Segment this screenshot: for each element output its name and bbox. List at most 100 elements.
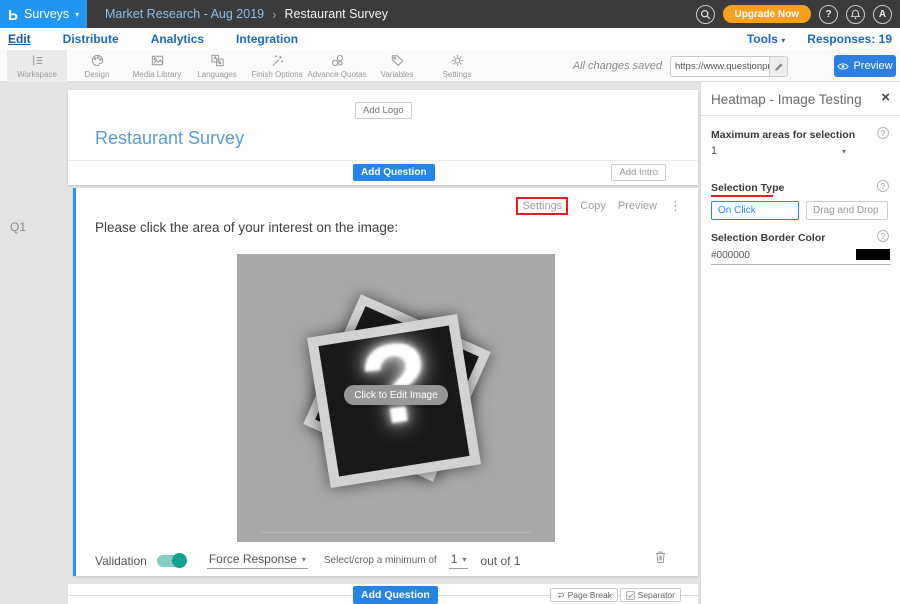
- quota-links-icon: [330, 53, 345, 68]
- validation-row: Validation Force Response ▾ Select/crop …: [95, 552, 681, 569]
- toolbar-item-media-library[interactable]: Media Library: [127, 50, 187, 82]
- top-bar: P Surveys ▾ Market Research - Aug 2019 ›…: [0, 0, 900, 28]
- placeholder-divider: [261, 532, 531, 533]
- translate-icon: [210, 53, 225, 68]
- border-color-swatch[interactable]: [856, 249, 890, 260]
- palette-icon: [90, 53, 105, 68]
- page-break-icon: [556, 591, 565, 600]
- bell-icon: [850, 9, 861, 20]
- divider: [701, 115, 900, 116]
- surveys-label: Surveys: [24, 7, 69, 21]
- upgrade-now-button[interactable]: Upgrade Now: [723, 5, 811, 23]
- help-icon: ?: [881, 182, 885, 191]
- add-question-button-top[interactable]: Add Question: [353, 164, 435, 181]
- toggle-knob: [172, 553, 187, 568]
- question-text[interactable]: Please click the area of your interest o…: [95, 220, 398, 235]
- survey-url-field[interactable]: https://www.questionpro.com/t/APNrFZ: [670, 56, 788, 77]
- account-button[interactable]: A: [873, 5, 892, 24]
- tag-icon: [390, 53, 405, 68]
- delete-question-button[interactable]: [654, 550, 667, 564]
- close-icon[interactable]: ×: [881, 89, 890, 106]
- question-number: Q1: [10, 220, 26, 234]
- checkbox-check-icon: [626, 591, 635, 600]
- questionpro-logo-icon: P: [8, 6, 18, 23]
- toolbar-item-advance-quotas[interactable]: Advance Quotas: [307, 50, 367, 82]
- topbar-actions: Upgrade Now ? A: [696, 0, 892, 28]
- avatar: A: [879, 9, 886, 20]
- image-icon: [150, 53, 165, 68]
- panel-title: Heatmap - Image Testing: [711, 92, 862, 107]
- validation-toggle[interactable]: [157, 555, 185, 567]
- question-settings-panel: Heatmap - Image Testing × Maximum areas …: [700, 82, 900, 604]
- survey-title[interactable]: Restaurant Survey: [95, 128, 244, 149]
- kebab-menu-icon[interactable]: ⋮: [669, 198, 682, 214]
- help-icon: ?: [825, 9, 831, 20]
- tab-distribute[interactable]: Distribute: [63, 32, 119, 46]
- toolbar-item-languages[interactable]: Languages: [187, 50, 247, 82]
- toolbar-item-workspace[interactable]: Workspace: [7, 50, 67, 82]
- eye-icon: [837, 62, 849, 71]
- chevron-down-icon: ▾: [302, 555, 306, 564]
- question-settings-button[interactable]: Settings: [516, 197, 568, 215]
- min-value-select[interactable]: 1 ▾: [449, 552, 469, 569]
- divider: [68, 160, 698, 161]
- responses-count[interactable]: Responses: 19: [807, 32, 892, 46]
- breadcrumb-survey-folder[interactable]: Market Research - Aug 2019: [105, 7, 264, 21]
- chevron-down-icon: ▾: [75, 10, 79, 19]
- tools-menu[interactable]: Tools ▾: [747, 32, 785, 46]
- validation-label: Validation: [95, 554, 147, 568]
- help-button[interactable]: ?: [819, 5, 838, 24]
- toolbar-item-finish-options[interactable]: Finish Options: [247, 50, 307, 82]
- magic-wand-icon: [270, 53, 285, 68]
- editor-toolbar: Workspace Design Media Library Languages…: [0, 50, 900, 82]
- border-color-input[interactable]: #000000: [711, 250, 750, 261]
- border-color-help-button[interactable]: ?: [877, 230, 889, 242]
- question-card: Settings Copy Preview ⋮ Please click the…: [73, 188, 698, 576]
- toolbar-item-design[interactable]: Design: [67, 50, 127, 82]
- max-areas-select[interactable]: 1 ▾: [711, 145, 846, 157]
- surveys-menu[interactable]: P Surveys ▾: [0, 0, 87, 28]
- max-areas-help-button[interactable]: ?: [877, 127, 889, 139]
- tab-edit[interactable]: Edit: [8, 32, 31, 46]
- divider: [711, 264, 891, 265]
- save-status: All changes saved: [573, 60, 662, 72]
- pencil-icon: [774, 62, 784, 72]
- separator-button[interactable]: Separator: [620, 588, 681, 602]
- on-click-option[interactable]: On Click: [711, 201, 799, 220]
- survey-url-value[interactable]: https://www.questionpro.com/t/APNrFZ: [671, 57, 769, 76]
- edit-url-button[interactable]: [769, 57, 787, 76]
- chevron-down-icon: ▾: [842, 147, 846, 156]
- tab-integration[interactable]: Integration: [236, 32, 298, 46]
- click-to-edit-image-button[interactable]: Click to Edit Image: [344, 385, 448, 405]
- red-annotation-underline: [711, 195, 773, 197]
- toolbar-item-variables[interactable]: Variables: [367, 50, 427, 82]
- main-nav: Edit Distribute Analytics Integration To…: [0, 28, 900, 50]
- preview-button[interactable]: Preview: [834, 55, 896, 77]
- add-logo-button[interactable]: Add Logo: [355, 102, 412, 119]
- min-selection-label: Select/crop a minimum of: [324, 555, 437, 566]
- selection-type-label: Selection Type: [711, 182, 784, 194]
- force-response-select[interactable]: Force Response ▾: [207, 552, 308, 569]
- question-preview-button[interactable]: Preview: [618, 200, 657, 212]
- help-icon: ?: [881, 129, 885, 138]
- search-button[interactable]: [696, 5, 715, 24]
- question-copy-button[interactable]: Copy: [580, 200, 606, 212]
- add-question-button-bottom[interactable]: Add Question: [353, 586, 438, 604]
- border-color-label: Selection Border Color: [711, 232, 825, 244]
- add-question-strip: Add Question Page Break Separator: [68, 584, 698, 604]
- breadcrumb-survey-name: Restaurant Survey: [284, 7, 388, 21]
- page-break-button[interactable]: Page Break: [550, 588, 618, 602]
- max-areas-label: Maximum areas for selection: [711, 129, 855, 141]
- search-icon: [700, 9, 711, 20]
- notifications-button[interactable]: [846, 5, 865, 24]
- drag-and-drop-option[interactable]: Drag and Drop: [806, 201, 888, 220]
- heatmap-image-placeholder[interactable]: ? Click to Edit Image: [237, 254, 555, 542]
- chevron-down-icon: ▾: [462, 555, 466, 564]
- toolbar-item-settings[interactable]: Settings: [427, 50, 487, 82]
- question-actions: Settings Copy Preview ⋮: [516, 197, 682, 215]
- nav-right: Tools ▾ Responses: 19: [747, 32, 892, 46]
- tab-analytics[interactable]: Analytics: [151, 32, 204, 46]
- selection-type-help-button[interactable]: ?: [877, 180, 889, 192]
- trash-icon: [654, 550, 667, 564]
- add-intro-button[interactable]: Add Intro: [611, 164, 666, 181]
